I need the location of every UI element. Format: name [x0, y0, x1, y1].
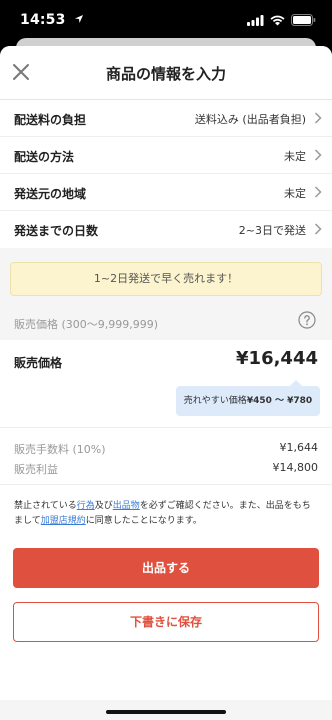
row-value: 送料込み (出品者負担)	[194, 113, 306, 126]
chevron-right-icon	[314, 223, 322, 235]
page-title: 商品の情報を入力	[105, 65, 226, 83]
chevron-right-icon	[314, 112, 322, 124]
terms-text: 禁止されている	[14, 501, 77, 511]
profit-label: 販売利益	[14, 463, 58, 476]
row-label: 配送料の負担	[14, 113, 87, 127]
row-shipping-method[interactable]: 配送の方法 未定	[0, 137, 332, 174]
status-time: 14:53	[20, 12, 84, 28]
row-label: 発送までの日数	[14, 224, 99, 238]
terms-text: に同意したことになります。	[85, 516, 202, 526]
fee-label: 販売手数料 (10%)	[14, 443, 106, 456]
row-days-to-ship[interactable]: 発送までの日数 2~3日で発送	[0, 211, 332, 248]
shipping-settings-list: 配送料の負担 送料込み (出品者負担) 配送の方法 未定 発送元の地域 未定 発…	[0, 100, 332, 248]
hint-wrap: 1~2日発送で早く売れます！	[0, 248, 332, 308]
fee-value: ¥1,644	[279, 441, 319, 454]
help-icon[interactable]	[298, 311, 316, 329]
listing-sheet: 商品の情報を入力 配送料の負担 送料込み (出品者負担) 配送の方法 未定 発送…	[0, 46, 332, 720]
row-shipping-fee[interactable]: 配送料の負担 送料込み (出品者負担)	[0, 100, 332, 137]
fees-section: 販売手数料 (10%) ¥1,644 販売利益 ¥14,800	[0, 428, 332, 484]
tooltip-prefix: 売れやすい価格	[183, 396, 247, 406]
price-range-label: 販売価格 (300～9,999,999)	[14, 318, 159, 331]
action-buttons: 出品する 下書きに保存	[0, 540, 332, 700]
price-section: 販売価格 ¥16,444 売れやすい価格¥450 ～ ¥780	[0, 340, 332, 428]
profit-value: ¥14,800	[272, 461, 319, 474]
list-item-button[interactable]: 出品する	[13, 548, 319, 588]
shipping-hint: 1~2日発送で早く売れます！	[10, 262, 322, 296]
terms-text: 及び	[94, 501, 113, 511]
chevron-right-icon	[314, 186, 322, 198]
status-time-text: 14:53	[20, 12, 66, 28]
home-indicator[interactable]	[106, 710, 226, 714]
fee-row: 販売手数料 (10%) ¥1,644	[14, 441, 318, 457]
terms-notice: 禁止されている行為及び出品物を必ずご確認ください。また、出品をもちまして加盟店規…	[0, 484, 332, 540]
save-draft-button[interactable]: 下書きに保存	[13, 602, 319, 642]
prohibited-items-link[interactable]: 出品物	[113, 501, 140, 511]
row-value: 未定	[284, 150, 306, 163]
nav-bar: 商品の情報を入力	[0, 46, 332, 100]
row-label: 配送の方法	[14, 150, 75, 164]
chevron-right-icon	[314, 149, 322, 161]
tooltip-range: ¥450 ～ ¥780	[246, 396, 313, 406]
suggested-price-tooltip: 売れやすい価格¥450 ～ ¥780	[176, 380, 320, 416]
wifi-icon	[270, 15, 285, 25]
row-value: 2~3日で発送	[238, 224, 306, 237]
row-value: 未定	[284, 187, 306, 200]
signal-icon	[247, 14, 264, 26]
row-label: 発送元の地域	[14, 187, 87, 201]
price-range-header: 販売価格 (300～9,999,999)	[0, 308, 332, 340]
battery-icon	[291, 14, 316, 26]
row-ship-from-region[interactable]: 発送元の地域 未定	[0, 174, 332, 211]
price-input[interactable]: ¥16,444	[236, 348, 318, 369]
profit-row: 販売利益 ¥14,800	[14, 461, 318, 477]
location-arrow-icon	[74, 15, 83, 23]
price-label: 販売価格	[14, 356, 63, 370]
prohibited-actions-link[interactable]: 行為	[77, 501, 95, 511]
merchant-agreement-link[interactable]: 加盟店規約	[41, 516, 86, 526]
status-icons	[247, 14, 316, 26]
